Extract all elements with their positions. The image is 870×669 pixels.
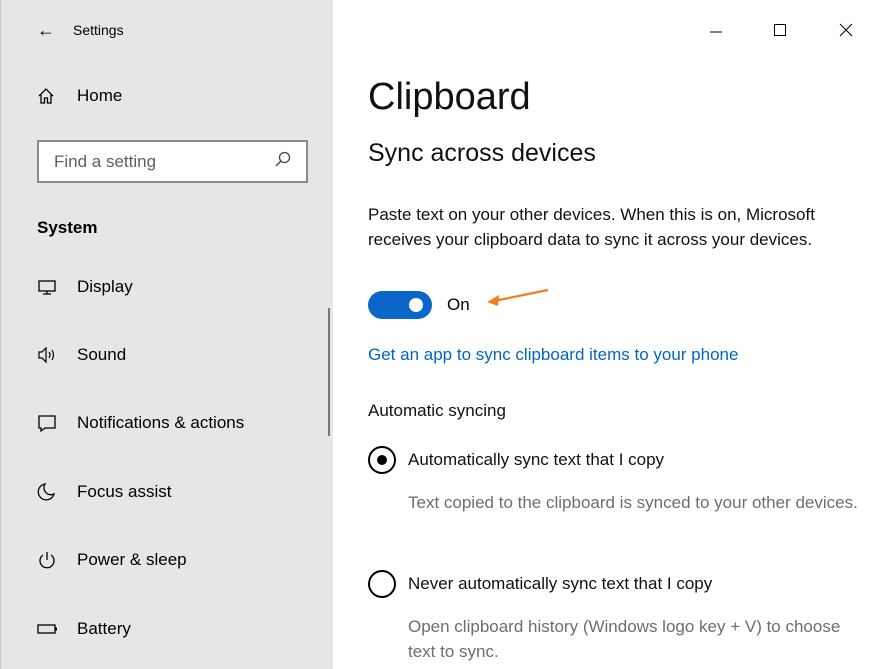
toggle-knob (409, 298, 423, 312)
search-input[interactable] (54, 151, 274, 172)
radio-button-checked[interactable] (368, 446, 396, 474)
sidebar-scrollbar[interactable] (328, 308, 330, 436)
minimize-button[interactable] (701, 16, 731, 44)
power-icon (37, 550, 77, 570)
sidebar-item-label: Sound (77, 345, 127, 364)
radio-description: Open clipboard history (Windows logo key… (408, 617, 841, 661)
radio-description: Text copied to the clipboard is synced t… (408, 493, 858, 512)
sync-toggle[interactable] (368, 291, 432, 319)
radio-label[interactable]: Never automatically sync text that I cop… (408, 574, 712, 594)
automatic-syncing-heading: Automatic syncing (368, 401, 506, 420)
sidebar: ← Settings Home System Display Sound Not… (0, 0, 333, 669)
search-box[interactable] (37, 140, 308, 183)
sidebar-item-label: Display (77, 277, 133, 296)
close-button[interactable] (831, 16, 861, 44)
moon-icon (37, 482, 77, 502)
sidebar-item-power-sleep[interactable]: Power & sleep (37, 545, 187, 575)
section-title: Sync across devices (368, 139, 596, 167)
sidebar-item-notifications[interactable]: Notifications & actions (37, 408, 244, 438)
search-icon[interactable] (274, 150, 292, 173)
radio-label[interactable]: Automatically sync text that I copy (408, 450, 664, 470)
notification-icon (37, 413, 77, 433)
display-icon (37, 278, 77, 296)
sidebar-item-label: Focus assist (77, 482, 172, 501)
sidebar-item-label: Home (77, 86, 123, 105)
page-title: Clipboard (368, 76, 531, 118)
section-label-system: System (37, 218, 98, 237)
sidebar-item-battery[interactable]: Battery (37, 614, 131, 644)
sidebar-item-label: Notifications & actions (77, 413, 245, 432)
maximize-button[interactable] (765, 16, 795, 44)
sidebar-item-display[interactable]: Display (37, 272, 133, 302)
sidebar-item-label: Battery (77, 619, 131, 638)
app-title: Settings (73, 22, 124, 38)
radio-button-unchecked[interactable] (368, 570, 396, 598)
radio-option-auto-sync[interactable]: Automatically sync text that I copy (368, 446, 664, 474)
back-arrow-icon[interactable]: ← (37, 20, 63, 41)
sidebar-item-focus-assist[interactable]: Focus assist (37, 477, 171, 507)
back-row: ← Settings (37, 18, 124, 42)
sidebar-item-home[interactable]: Home (37, 81, 122, 111)
annotation-arrow-icon (487, 288, 549, 306)
home-icon (37, 87, 77, 105)
toggle-state-label: On (447, 295, 470, 314)
sidebar-item-sound[interactable]: Sound (37, 340, 126, 370)
battery-icon (37, 622, 77, 636)
speaker-icon (37, 346, 77, 364)
sidebar-item-label: Power & sleep (77, 550, 187, 569)
sync-toggle-row: On (368, 291, 470, 319)
radio-option-never-sync[interactable]: Never automatically sync text that I cop… (368, 570, 712, 598)
get-app-link[interactable]: Get an app to sync clipboard items to yo… (368, 345, 738, 365)
sync-description: Paste text on your other devices. When t… (368, 205, 815, 249)
